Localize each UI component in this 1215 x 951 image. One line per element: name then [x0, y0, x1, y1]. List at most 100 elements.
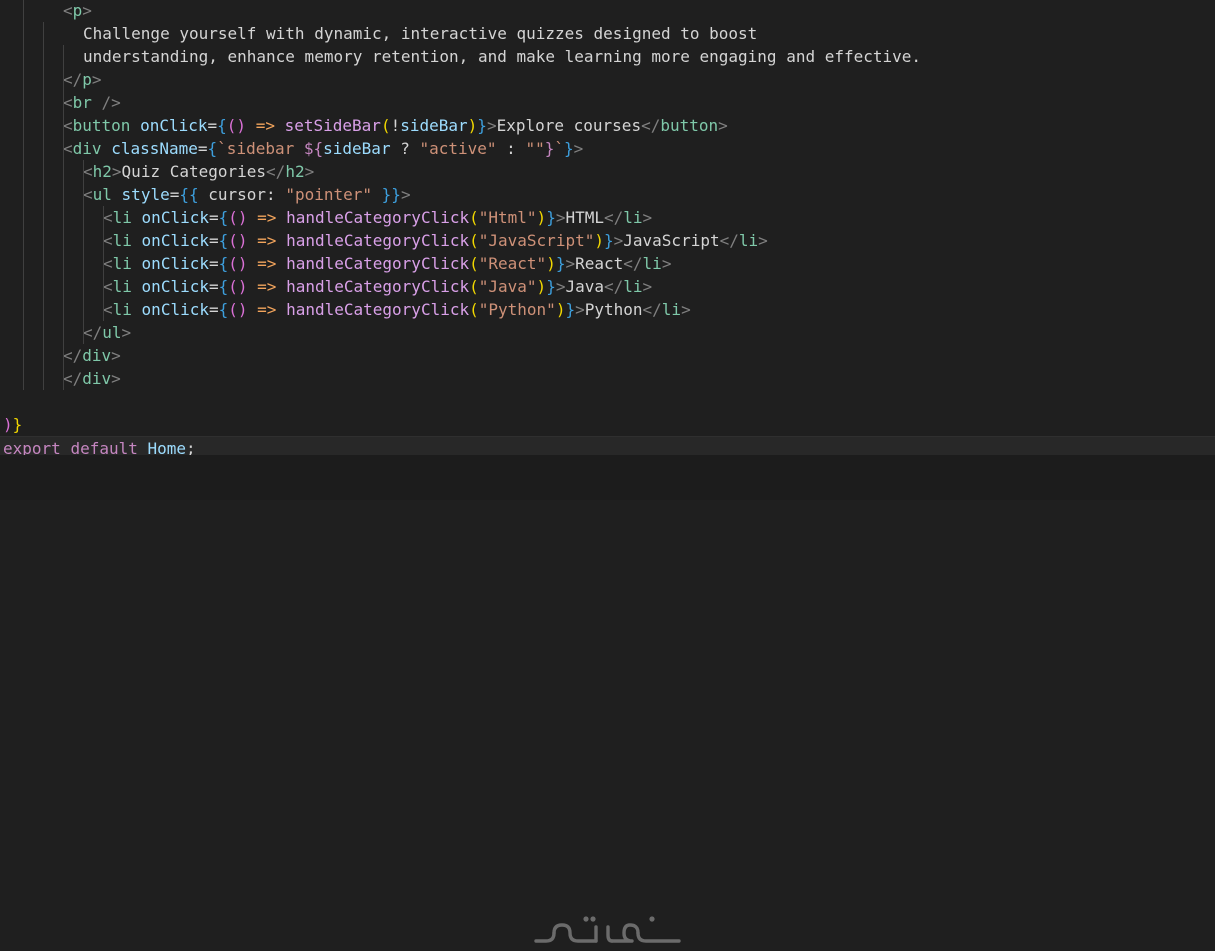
code-token: {	[218, 254, 229, 273]
code-token: h2	[285, 162, 305, 181]
code-token: (	[469, 277, 479, 296]
code-line[interactable]: <button onClick={() => setSideBar(!sideB…	[0, 114, 1215, 137]
code-line[interactable]: </div>	[0, 367, 1215, 390]
indent-guide	[103, 206, 104, 321]
code-line[interactable]: </p>	[0, 68, 1215, 91]
code-token: div	[72, 139, 102, 158]
code-token: p	[72, 1, 83, 20]
indent-guide	[43, 22, 44, 390]
code-token: "JavaScript"	[478, 231, 595, 250]
code-token: >	[575, 300, 585, 319]
code-token: =	[208, 231, 219, 250]
code-token: li	[642, 254, 662, 273]
code-token: <	[103, 300, 113, 319]
code-token: sideBar	[323, 139, 391, 158]
code-token: ()	[228, 277, 248, 296]
code-token: }	[544, 139, 555, 158]
code-token: </	[642, 300, 662, 319]
code-token: div	[82, 346, 112, 365]
code-line[interactable]: <li onClick={() => handleCategoryClick("…	[0, 298, 1215, 321]
code-token: <	[63, 93, 73, 112]
code-token: ul	[92, 185, 112, 204]
code-token: HTML	[565, 208, 604, 227]
code-line[interactable]: <div className={`sidebar ${sideBar ? "ac…	[0, 137, 1215, 160]
code-token: setSideBar	[284, 116, 381, 135]
code-token: </	[63, 346, 83, 365]
code-line[interactable]: )}	[0, 413, 1215, 436]
code-token: ""	[525, 139, 545, 158]
code-token: `sidebar	[217, 139, 304, 158]
code-line[interactable]: Challenge yourself with dynamic, interac…	[0, 22, 1215, 45]
code-token: {	[218, 277, 229, 296]
code-token: handleCategoryClick	[286, 208, 470, 227]
code-token: (	[469, 231, 479, 250]
code-token: >	[82, 1, 92, 20]
code-token: React	[575, 254, 624, 273]
code-token: `	[554, 139, 564, 158]
code-editor[interactable]: <p> Challenge yourself with dynamic, inte…	[0, 0, 1215, 459]
code-token: ()	[228, 208, 248, 227]
code-line[interactable]: <li onClick={() => handleCategoryClick("…	[0, 229, 1215, 252]
code-token: >	[661, 254, 672, 273]
code-token: }	[603, 231, 614, 250]
code-token: <	[63, 1, 73, 20]
code-token: }	[546, 208, 556, 227]
code-line[interactable]: <h2>Quiz Categories</h2>	[0, 160, 1215, 183]
code-token: "Html"	[478, 208, 537, 227]
code-line[interactable]: <li onClick={() => handleCategoryClick("…	[0, 252, 1215, 275]
code-token: >	[642, 277, 653, 296]
code-token: (	[469, 254, 479, 273]
code-token: >	[400, 185, 411, 204]
code-token: !	[390, 116, 401, 135]
code-token: >	[111, 346, 121, 365]
code-line[interactable]: <p>	[0, 0, 1215, 22]
code-token: </	[623, 254, 643, 273]
code-token: sideBar	[400, 116, 468, 135]
code-token: <	[103, 254, 113, 273]
code-line[interactable]: </div>	[0, 344, 1215, 367]
code-line[interactable]: </ul>	[0, 321, 1215, 344]
code-token: li	[623, 208, 643, 227]
code-token: </	[719, 231, 739, 250]
code-line[interactable]: <br />	[0, 91, 1215, 114]
indent-guide	[83, 160, 84, 344]
code-token: {	[217, 116, 227, 135]
code-line[interactable]: <li onClick={() => handleCategoryClick("…	[0, 275, 1215, 298]
code-token: </	[63, 70, 83, 89]
code-line[interactable]: <ul style={{ cursor: "pointer" }}>	[0, 183, 1215, 206]
code-token: h2	[92, 162, 112, 181]
code-token: <	[83, 185, 93, 204]
code-token: </	[63, 369, 83, 388]
code-line[interactable]: understanding, enhance memory retention,…	[0, 45, 1215, 68]
code-token: </	[83, 323, 103, 342]
code-token: </	[604, 277, 624, 296]
code-token: li	[112, 208, 132, 227]
code-token: ()	[228, 254, 248, 273]
footer-bar	[0, 455, 1215, 943]
code-line[interactable]: <li onClick={() => handleCategoryClick("…	[0, 206, 1215, 229]
code-token: Java	[565, 277, 604, 296]
code-token: =>	[257, 208, 277, 227]
code-token: Python	[584, 300, 643, 319]
code-token: handleCategoryClick	[286, 231, 470, 250]
code-token: ()	[228, 231, 248, 250]
code-token: }	[565, 300, 576, 319]
code-token: onClick	[141, 231, 209, 250]
code-token: >	[613, 231, 624, 250]
code-token: handleCategoryClick	[286, 300, 470, 319]
code-line[interactable]	[0, 390, 1215, 413]
code-token: {	[218, 208, 229, 227]
